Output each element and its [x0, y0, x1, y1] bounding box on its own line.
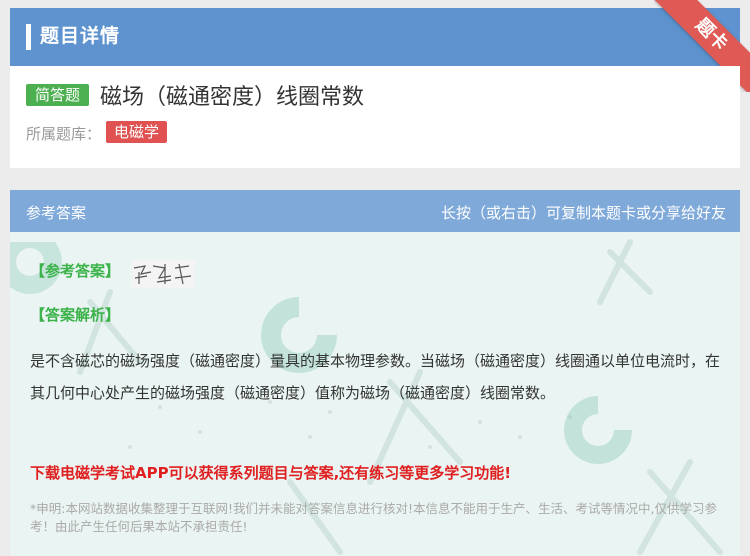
- header-accent-bar: [26, 24, 31, 50]
- question-card: 简答题 磁场（磁通密度）线圈常数 所属题库： 电磁学: [10, 66, 740, 168]
- page-header: 题目详情: [10, 8, 740, 66]
- answer-header-title: 参考答案: [26, 204, 87, 222]
- disclaimer-text: *申明:本网站数据收集整理于互联网!我们并未能对答案信息进行核对!本信息不能用于…: [30, 501, 717, 534]
- answer-header: 参考答案 长按（或右击）可复制本题卡或分享给好友: [10, 190, 740, 232]
- reference-answer-heading: 【参考答案】: [30, 262, 121, 280]
- answer-explanation: 是不含磁芯的磁场强度（磁通密度）量具的基本物理参数。当磁场（磁通密度）线圈通以单…: [30, 352, 721, 402]
- question-title: 磁场（磁通密度）线圈常数: [100, 85, 365, 110]
- library-label: 所属题库：: [26, 125, 102, 143]
- library-badge[interactable]: 电磁学: [106, 121, 168, 143]
- download-app-promo[interactable]: 下载电磁学考试APP可以获得系列题目与答案,还有练习等更多学习功能!: [30, 462, 511, 483]
- share-hint: 长按（或右击）可复制本题卡或分享给好友: [440, 204, 726, 222]
- answer-analysis-heading: 【答案解析】: [30, 306, 121, 324]
- page-title: 题目详情: [40, 25, 121, 47]
- question-type-badge: 简答题: [26, 84, 90, 106]
- answer-body: 【参考答案】 【答案解析】 是不含磁芯的磁场强度（磁通密度）量具的基本物理参数。…: [10, 232, 740, 556]
- answer-image: [131, 260, 195, 288]
